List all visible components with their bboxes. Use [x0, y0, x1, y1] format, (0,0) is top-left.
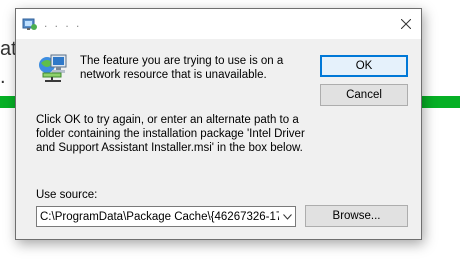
message-text: The feature you are trying to use is on …	[80, 55, 284, 81]
dialog-title: . . . .	[44, 16, 82, 30]
installer-icon	[22, 16, 38, 32]
source-path-value[interactable]: C:\ProgramData\Package Cache\{46267326-1…	[37, 211, 279, 223]
use-source-label: Use source:	[36, 189, 98, 201]
title-bar[interactable]: . . . .	[16, 9, 421, 39]
source-unavailable-dialog: . . . . The feature you are trying to us…	[15, 8, 422, 240]
cancel-button[interactable]: Cancel	[320, 84, 408, 106]
ok-button[interactable]: OK	[320, 55, 408, 77]
screen: at . . . . . The feature you are trying …	[0, 0, 460, 263]
background-progress-bar-left	[0, 96, 16, 108]
network-computer-icon	[37, 51, 69, 83]
instruction-text: Click OK to try again, or enter an alter…	[36, 114, 305, 154]
chevron-down-icon[interactable]	[279, 207, 295, 226]
background-progress-bar-right	[420, 96, 460, 108]
source-path-combobox[interactable]: C:\ProgramData\Package Cache\{46267326-1…	[36, 206, 296, 227]
close-icon[interactable]	[391, 9, 421, 39]
background-text-2: .	[0, 66, 6, 88]
browse-button[interactable]: Browse...	[305, 205, 408, 227]
